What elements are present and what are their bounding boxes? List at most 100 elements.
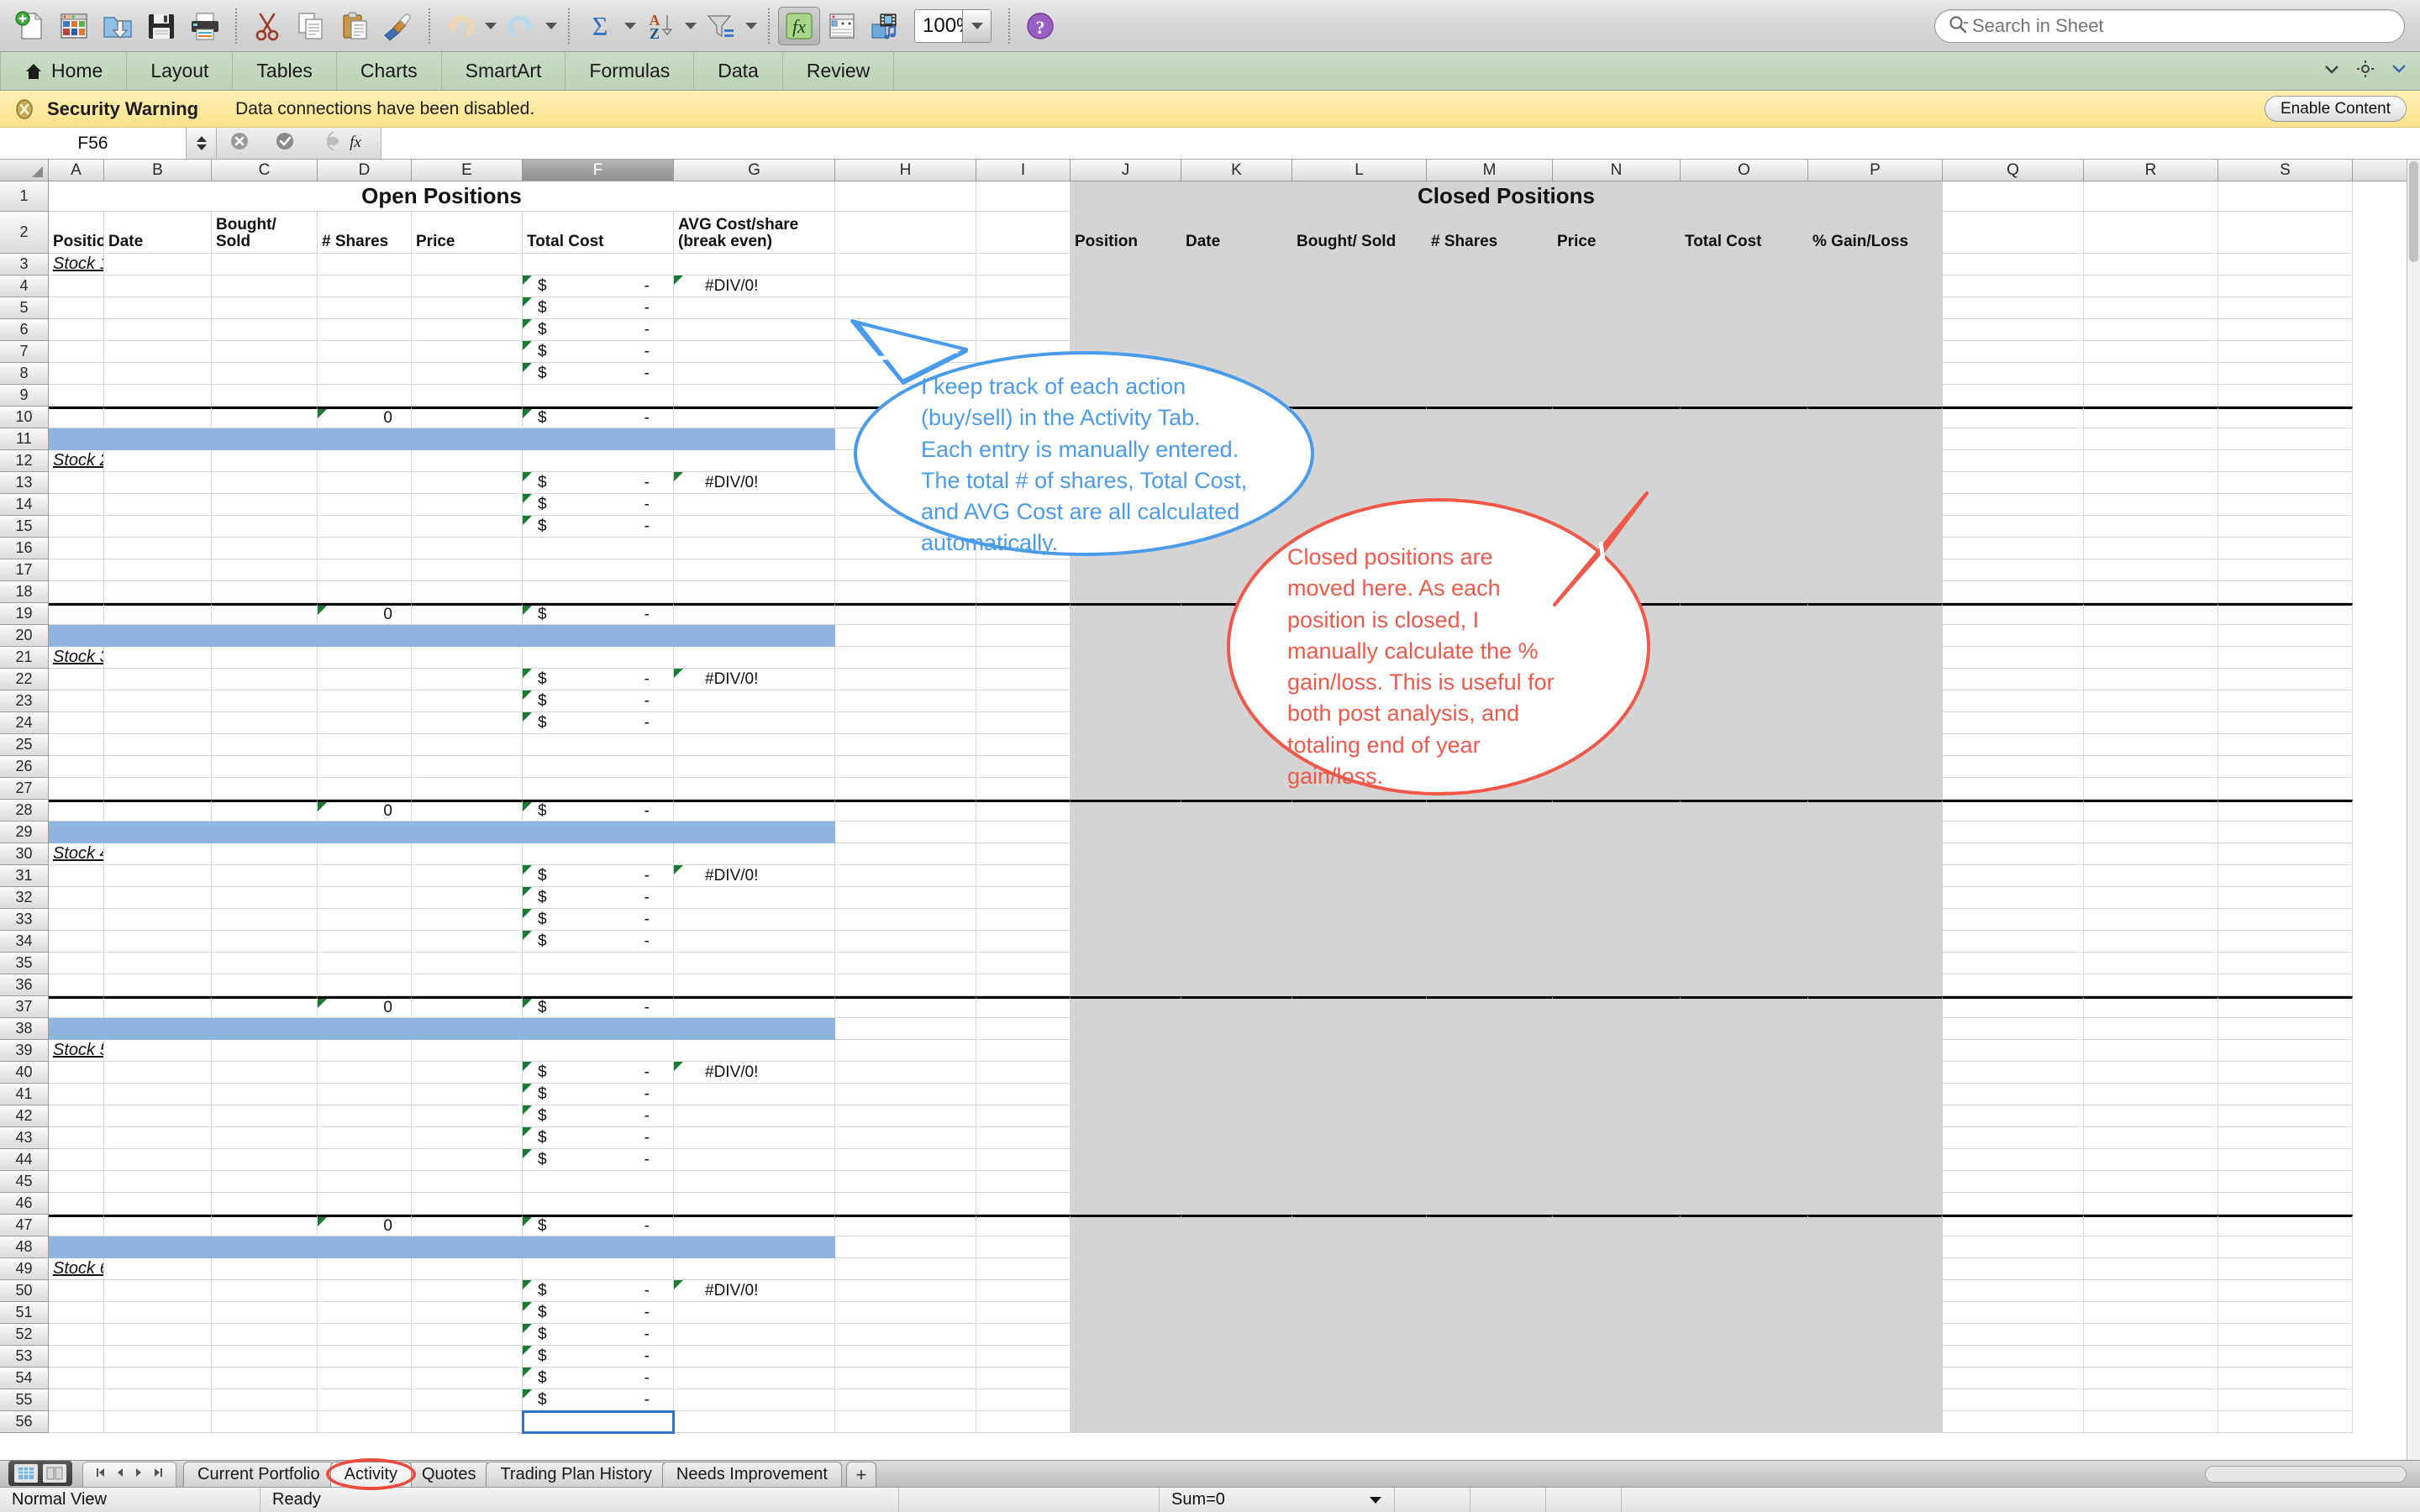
cell-L34[interactable] <box>1292 931 1427 953</box>
cell-M9[interactable] <box>1427 385 1553 407</box>
cell-H30[interactable] <box>835 843 976 865</box>
cell-M39[interactable] <box>1427 1040 1553 1062</box>
cell-R9[interactable] <box>2084 385 2218 407</box>
print-icon[interactable] <box>183 4 227 48</box>
cell-Q1[interactable] <box>1943 181 2084 212</box>
cell-O49[interactable] <box>1681 1258 1808 1280</box>
cell-G12[interactable] <box>674 450 835 472</box>
cell-D38[interactable] <box>318 1018 412 1040</box>
row-header-6[interactable]: 6 <box>0 319 49 341</box>
cell-I24[interactable] <box>976 712 1071 734</box>
cell-A3[interactable]: Stock 1 <box>49 254 104 276</box>
open-folder-icon[interactable] <box>96 4 139 48</box>
cell-Q32[interactable] <box>1943 887 2084 909</box>
cell-R51[interactable] <box>2084 1302 2218 1324</box>
cell-G5[interactable] <box>674 297 835 319</box>
cell-R22[interactable] <box>2084 669 2218 690</box>
cell-M7[interactable] <box>1427 341 1553 363</box>
header-cell-K2[interactable]: Date <box>1181 212 1292 254</box>
cell-A50[interactable] <box>49 1280 104 1302</box>
cell-C11[interactable] <box>212 428 318 450</box>
cell-D46[interactable] <box>318 1193 412 1215</box>
column-header-i[interactable]: I <box>976 160 1071 181</box>
cell-A44[interactable] <box>49 1149 104 1171</box>
cell-C37[interactable] <box>212 996 318 1018</box>
cell-A19[interactable] <box>49 603 104 625</box>
cell-N49[interactable] <box>1553 1258 1681 1280</box>
cell-C3[interactable] <box>212 254 318 276</box>
cell-N44[interactable] <box>1553 1149 1681 1171</box>
cell-Q23[interactable] <box>1943 690 2084 712</box>
cell-M33[interactable] <box>1427 909 1553 931</box>
cell-A56[interactable] <box>49 1411 104 1433</box>
search-input[interactable] <box>1972 15 2404 37</box>
cell-E5[interactable] <box>412 297 523 319</box>
cell-R43[interactable] <box>2084 1127 2218 1149</box>
cell-K40[interactable] <box>1181 1062 1292 1084</box>
status-sum[interactable]: Sum=0 <box>1160 1488 1395 1512</box>
cell-F55[interactable]: $ - <box>523 1389 674 1411</box>
cell-H31[interactable] <box>835 865 976 887</box>
cell-M55[interactable] <box>1427 1389 1553 1411</box>
cell-A27[interactable] <box>49 778 104 800</box>
header-cell-F2[interactable]: Total Cost <box>523 212 674 254</box>
cell-H22[interactable] <box>835 669 976 690</box>
cell-C27[interactable] <box>212 778 318 800</box>
cell-K3[interactable] <box>1181 254 1292 276</box>
row-header-42[interactable]: 42 <box>0 1105 49 1127</box>
cell-L43[interactable] <box>1292 1127 1427 1149</box>
cell-S40[interactable] <box>2218 1062 2353 1084</box>
row-header-40[interactable]: 40 <box>0 1062 49 1084</box>
cell-A42[interactable] <box>49 1105 104 1127</box>
cell-L51[interactable] <box>1292 1302 1427 1324</box>
cell-P4[interactable] <box>1808 276 1943 297</box>
cell-D37[interactable]: 0 <box>318 996 412 1018</box>
sheet-tab-needs-improvement[interactable]: Needs Improvement <box>661 1462 842 1487</box>
cell-C28[interactable] <box>212 800 318 822</box>
cell-J17[interactable] <box>1071 559 1181 581</box>
cell-D14[interactable] <box>318 494 412 516</box>
row-header-51[interactable]: 51 <box>0 1302 49 1324</box>
cell-O45[interactable] <box>1681 1171 1808 1193</box>
cell-I54[interactable] <box>976 1368 1071 1389</box>
cell-N31[interactable] <box>1553 865 1681 887</box>
cell-D17[interactable] <box>318 559 412 581</box>
cell-P51[interactable] <box>1808 1302 1943 1324</box>
cell-F51[interactable]: $ - <box>523 1302 674 1324</box>
cell-F16[interactable] <box>523 538 674 559</box>
cell-A37[interactable] <box>49 996 104 1018</box>
cell-Q55[interactable] <box>1943 1389 2084 1411</box>
header-cell-E2[interactable]: Price <box>412 212 523 254</box>
cell-R15[interactable] <box>2084 516 2218 538</box>
row-header-36[interactable]: 36 <box>0 974 49 996</box>
cell-J30[interactable] <box>1071 843 1181 865</box>
cell-O40[interactable] <box>1681 1062 1808 1084</box>
cell-R30[interactable] <box>2084 843 2218 865</box>
cell-S8[interactable] <box>2218 363 2353 385</box>
cell-S47[interactable] <box>2218 1215 2353 1236</box>
cell-O5[interactable] <box>1681 297 1808 319</box>
cell-S41[interactable] <box>2218 1084 2353 1105</box>
cell-R3[interactable] <box>2084 254 2218 276</box>
cell-J33[interactable] <box>1071 909 1181 931</box>
cell-G9[interactable] <box>674 385 835 407</box>
normal-view-icon[interactable] <box>13 1464 38 1483</box>
cell-J34[interactable] <box>1071 931 1181 953</box>
cell-O55[interactable] <box>1681 1389 1808 1411</box>
cell-Q40[interactable] <box>1943 1062 2084 1084</box>
cell-B22[interactable] <box>104 669 212 690</box>
cell-S49[interactable] <box>2218 1258 2353 1280</box>
vertical-scroll-thumb[interactable] <box>2409 161 2418 262</box>
cell-D23[interactable] <box>318 690 412 712</box>
cell-F39[interactable] <box>523 1040 674 1062</box>
cell-S17[interactable] <box>2218 559 2353 581</box>
cell-D52[interactable] <box>318 1324 412 1346</box>
cell-J56[interactable] <box>1071 1411 1181 1433</box>
cell-F48[interactable] <box>523 1236 674 1258</box>
cell-A45[interactable] <box>49 1171 104 1193</box>
cell-O3[interactable] <box>1681 254 1808 276</box>
cell-B18[interactable] <box>104 581 212 603</box>
cell-G38[interactable] <box>674 1018 835 1040</box>
cell-H47[interactable] <box>835 1215 976 1236</box>
cell-C39[interactable] <box>212 1040 318 1062</box>
